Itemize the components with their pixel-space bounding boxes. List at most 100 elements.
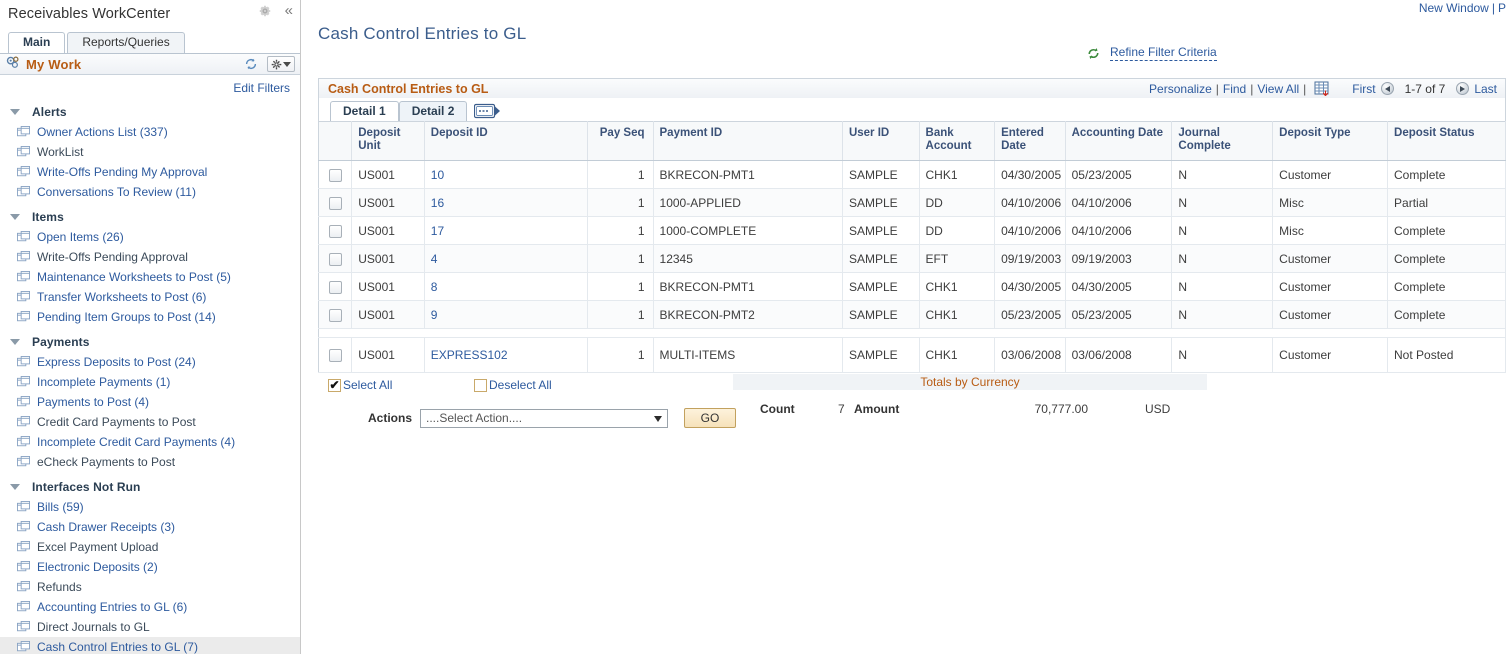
- first-page-link[interactable]: First: [1352, 82, 1375, 96]
- sidebar-item-cash-control-entries-to-gl[interactable]: Cash Control Entries to GL (7): [0, 637, 300, 654]
- row-checkbox[interactable]: [329, 349, 342, 362]
- column-header-entered-date[interactable]: Entered Date: [995, 122, 1066, 161]
- cell-deposit-id[interactable]: 17: [424, 217, 587, 245]
- sidebar-item-incomplete-payments[interactable]: Incomplete Payments (1): [0, 372, 300, 392]
- cell-deposit-id[interactable]: EXPRESS102: [424, 338, 587, 373]
- deposit-id-link[interactable]: 4: [431, 252, 438, 266]
- sidebar-item-refunds[interactable]: Refunds: [0, 577, 300, 597]
- tab-reports-queries[interactable]: Reports/Queries: [67, 32, 184, 53]
- deposit-id-link[interactable]: EXPRESS102: [431, 348, 508, 362]
- personalize-page-link-truncated[interactable]: P: [1498, 1, 1506, 15]
- column-header-deposit-id[interactable]: Deposit ID: [424, 122, 587, 161]
- sidebar-item-write-offs-pending-my-approval[interactable]: Write-Offs Pending My Approval: [0, 162, 300, 182]
- select-all-checkbox[interactable]: ✔: [328, 379, 341, 392]
- cell-deposit-id[interactable]: 4: [424, 245, 587, 273]
- sidebar-item-bills[interactable]: Bills (59): [0, 497, 300, 517]
- cell-deposit-type: Customer: [1273, 301, 1388, 329]
- amount-label: Amount: [854, 402, 899, 416]
- sidebar-item-echeck-payments-to-post[interactable]: eCheck Payments to Post: [0, 452, 300, 472]
- sidebar-item-cash-drawer-receipts[interactable]: Cash Drawer Receipts (3): [0, 517, 300, 537]
- deposit-id-link[interactable]: 8: [431, 280, 438, 294]
- tab-detail-2[interactable]: Detail 2: [399, 101, 468, 121]
- sidebar-item-conversations-to-review[interactable]: Conversations To Review (11): [0, 182, 300, 202]
- deposit-id-link[interactable]: 17: [431, 224, 444, 238]
- actions-select[interactable]: ....Select Action....: [420, 409, 668, 428]
- row-checkbox[interactable]: [329, 253, 342, 266]
- sidebar-item-express-deposits-to-post[interactable]: Express Deposits to Post (24): [0, 352, 300, 372]
- sidebar-item-open-items[interactable]: Open Items (26): [0, 227, 300, 247]
- show-all-columns-icon[interactable]: [474, 103, 502, 120]
- personalize-link[interactable]: Personalize: [1149, 82, 1212, 96]
- column-header-user-id[interactable]: User ID: [842, 122, 919, 161]
- sidebar-item-write-offs-pending-approval[interactable]: Write-Offs Pending Approval: [0, 247, 300, 267]
- row-checkbox[interactable]: [329, 169, 342, 182]
- new-window-link[interactable]: New Window: [1419, 1, 1489, 15]
- sidebar-group-items: ItemsOpen Items (26)Write-Offs Pending A…: [0, 207, 300, 327]
- find-link[interactable]: Find: [1223, 82, 1246, 96]
- sidebar-item-payments-to-post[interactable]: Payments to Post (4): [0, 392, 300, 412]
- sidebar-item-worklist[interactable]: WorkList: [0, 142, 300, 162]
- my-work-options-button[interactable]: [267, 56, 295, 72]
- column-header-deposit-type[interactable]: Deposit Type: [1273, 122, 1388, 161]
- sidebar-item-credit-card-payments-to-post[interactable]: Credit Card Payments to Post: [0, 412, 300, 432]
- deposit-id-link[interactable]: 9: [431, 308, 438, 322]
- next-arrow-icon[interactable]: [1456, 82, 1469, 95]
- refresh-green-icon[interactable]: [1086, 46, 1101, 61]
- column-header-deposit-unit[interactable]: Deposit Unit: [352, 122, 425, 161]
- window-link-icon: [17, 186, 30, 199]
- tab-main[interactable]: Main: [8, 32, 65, 53]
- column-header-journal-complete[interactable]: Journal Complete: [1172, 122, 1273, 161]
- sidebar-item-accounting-entries-to-gl[interactable]: Accounting Entries to GL (6): [0, 597, 300, 617]
- sidebar-item-incomplete-credit-card-payments[interactable]: Incomplete Credit Card Payments (4): [0, 432, 300, 452]
- sidebar-item-excel-payment-upload[interactable]: Excel Payment Upload: [0, 537, 300, 557]
- main-content: New Window|P Cash Control Entries to GL …: [301, 0, 1506, 654]
- sidebar-item-direct-journals-to-gl[interactable]: Direct Journals to GL: [0, 617, 300, 637]
- deselect-all-control[interactable]: Deselect All: [474, 378, 552, 392]
- cell-deposit-id[interactable]: 16: [424, 189, 587, 217]
- go-button[interactable]: GO: [684, 408, 736, 428]
- sidebar-group-header-3[interactable]: Interfaces Not Run: [0, 477, 300, 497]
- grid-header-actions: Personalize | Find | View All |: [1149, 81, 1505, 96]
- refresh-icon[interactable]: [244, 57, 258, 71]
- sidebar-group-header-1[interactable]: Items: [0, 207, 300, 227]
- deposit-id-link[interactable]: 10: [431, 168, 444, 182]
- sidebar-item-owner-actions-list[interactable]: Owner Actions List (337): [0, 122, 300, 142]
- cell-entered-date: 04/30/2005: [995, 273, 1066, 301]
- cell-deposit-id[interactable]: 8: [424, 273, 587, 301]
- column-header-accounting-date[interactable]: Accounting Date: [1065, 122, 1172, 161]
- select-all-link[interactable]: Select All: [343, 378, 392, 392]
- cell-deposit-id[interactable]: 9: [424, 301, 587, 329]
- prev-arrow-icon[interactable]: [1381, 82, 1394, 95]
- grid-download-icon[interactable]: [1314, 81, 1330, 96]
- deselect-all-checkbox[interactable]: [474, 379, 487, 392]
- refine-filter-criteria-link[interactable]: Refine Filter Criteria: [1110, 45, 1217, 61]
- window-link-icon: [17, 641, 30, 654]
- select-all-control[interactable]: ✔ Select All: [328, 378, 392, 392]
- sidebar-item-pending-item-groups-to-post[interactable]: Pending Item Groups to Post (14): [0, 307, 300, 327]
- view-all-link[interactable]: View All: [1257, 82, 1299, 96]
- collapse-sidebar-icon[interactable]: «: [285, 4, 292, 18]
- sidebar-item-transfer-worksheets-to-post[interactable]: Transfer Worksheets to Post (6): [0, 287, 300, 307]
- sidebar-group-header-2[interactable]: Payments: [0, 332, 300, 352]
- sidebar-item-maintenance-worksheets-to-post[interactable]: Maintenance Worksheets to Post (5): [0, 267, 300, 287]
- column-header-payment-id[interactable]: Payment ID: [653, 122, 842, 161]
- cell-deposit-type: Customer: [1273, 338, 1388, 373]
- gear-icon[interactable]: [258, 4, 272, 18]
- row-checkbox[interactable]: [329, 225, 342, 238]
- row-checkbox[interactable]: [329, 281, 342, 294]
- column-header-bank-account[interactable]: Bank Account: [919, 122, 995, 161]
- row-checkbox[interactable]: [329, 197, 342, 210]
- sidebar-group-header-0[interactable]: Alerts: [0, 102, 300, 122]
- cell-deposit-id[interactable]: 10: [424, 161, 587, 189]
- deposit-id-link[interactable]: 16: [431, 196, 444, 210]
- last-page-link[interactable]: Last: [1474, 82, 1497, 96]
- sidebar-item-electronic-deposits[interactable]: Electronic Deposits (2): [0, 557, 300, 577]
- sidebar-group-label: Payments: [32, 335, 90, 349]
- column-header-deposit-status[interactable]: Deposit Status: [1388, 122, 1506, 161]
- tab-detail-1[interactable]: Detail 1: [330, 101, 399, 121]
- row-checkbox[interactable]: [329, 309, 342, 322]
- deselect-all-link[interactable]: Deselect All: [489, 378, 552, 392]
- column-header-pay-seq[interactable]: Pay Seq: [588, 122, 653, 161]
- cell-journal-complete: N: [1172, 189, 1273, 217]
- edit-filters-link[interactable]: Edit Filters: [233, 81, 290, 95]
